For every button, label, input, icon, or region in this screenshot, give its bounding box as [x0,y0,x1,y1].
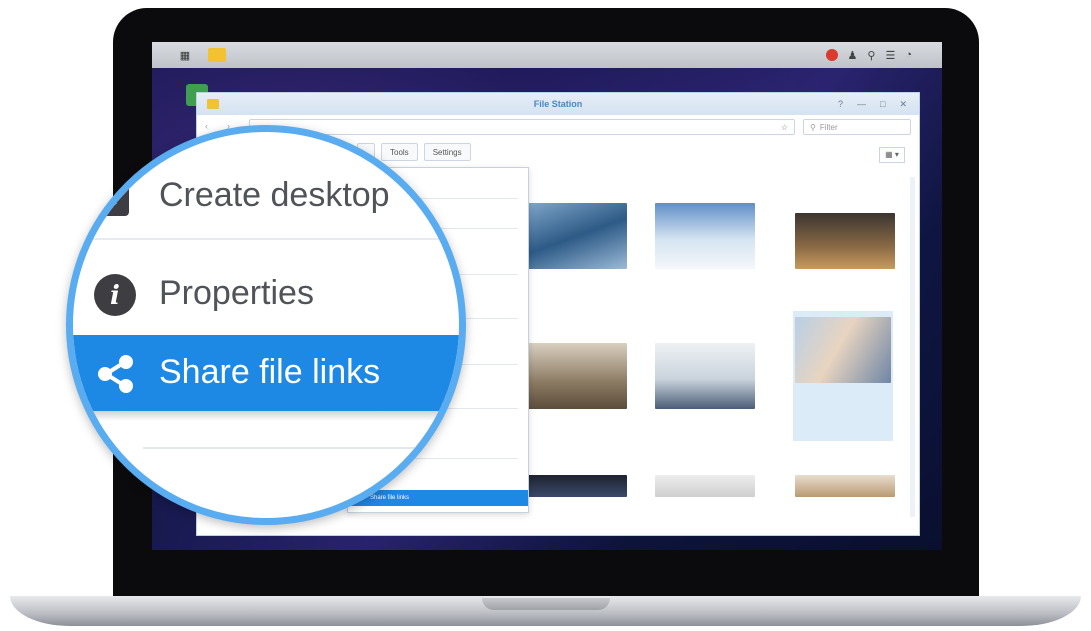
search-icon[interactable]: ⚲ [867,49,875,62]
thumbnail-item[interactable] [655,475,755,497]
grid-icon[interactable]: ▦ [176,46,194,64]
user-icon[interactable]: ♟ [848,49,858,62]
window-title: File Station [533,99,583,109]
thumbnail-image [655,343,755,409]
thumbnail-item[interactable] [795,213,895,281]
thumbnail-item[interactable] [795,475,895,497]
share-icon [98,355,133,393]
toolbar-button-settings[interactable]: Settings [423,143,471,161]
scrollbar[interactable] [910,177,915,517]
thumbnail-label [795,389,891,395]
thumbnail-item[interactable] [527,203,627,281]
search-input[interactable]: ⚲ Filter [803,119,911,135]
status-indicator [893,518,895,525]
menu-item-properties[interactable]: Properties [159,274,314,313]
thumbnail-image [795,475,895,497]
thumbnail-label [527,415,627,421]
thumbnail-label [655,415,755,421]
window-titlebar: File Station ? — □ ✕ [197,93,919,115]
menu-divider [73,238,459,240]
options-icon[interactable]: ☰ [885,49,895,62]
notification-icon[interactable] [825,48,838,61]
menu-item-share-file-links-highlight[interactable]: Share file links [73,335,459,411]
toolbar-button-tools[interactable]: Tools [381,143,418,161]
thumbnail-item[interactable] [527,475,627,497]
thumbnail-image [655,203,755,269]
thumbnail-item-selected[interactable] [793,311,893,441]
widgets-icon[interactable]: ◔ [905,49,912,62]
menu-divider [143,447,443,449]
thumbnail-label [655,275,755,281]
thumbnail-image [655,475,755,497]
thumbnail-image [527,343,627,409]
thumbnail-item[interactable] [655,343,755,421]
menu-item-create-desktop[interactable]: Create desktop [159,176,390,215]
thumbnail-image [795,317,891,383]
thumbnail-item[interactable] [527,343,627,421]
dsm-taskbar: ▦ ♟ ⚲ ☰ ◔ [152,42,942,68]
taskbar-tray: ♟ ⚲ ☰ ◔ [825,48,912,62]
shortcut-icon: ↖ [93,180,129,216]
star-icon[interactable]: ☆ [781,123,788,132]
svg-text:i: i [110,281,120,311]
view-toggle-button[interactable]: ▦ ▾ [879,147,905,163]
thumbnail-image [527,203,627,269]
laptop-notch [482,598,610,610]
thumbnail-item[interactable] [655,203,755,281]
search-placeholder: Filter [819,122,838,132]
search-icon: ⚲ [810,122,816,132]
thumbnail-image [795,213,895,269]
info-icon: i [94,274,136,316]
thumbnail-label [795,275,895,281]
thumbnail-image [527,475,627,497]
thumbnail-label [527,275,627,281]
share-file-links-label: Share file links [159,353,381,391]
magnifier-callout: ↖ Create desktop i Properties Share file… [66,125,466,525]
folder-icon[interactable] [208,48,226,62]
menu-shadow [73,411,459,421]
path-field[interactable]: ☆ [249,119,795,135]
